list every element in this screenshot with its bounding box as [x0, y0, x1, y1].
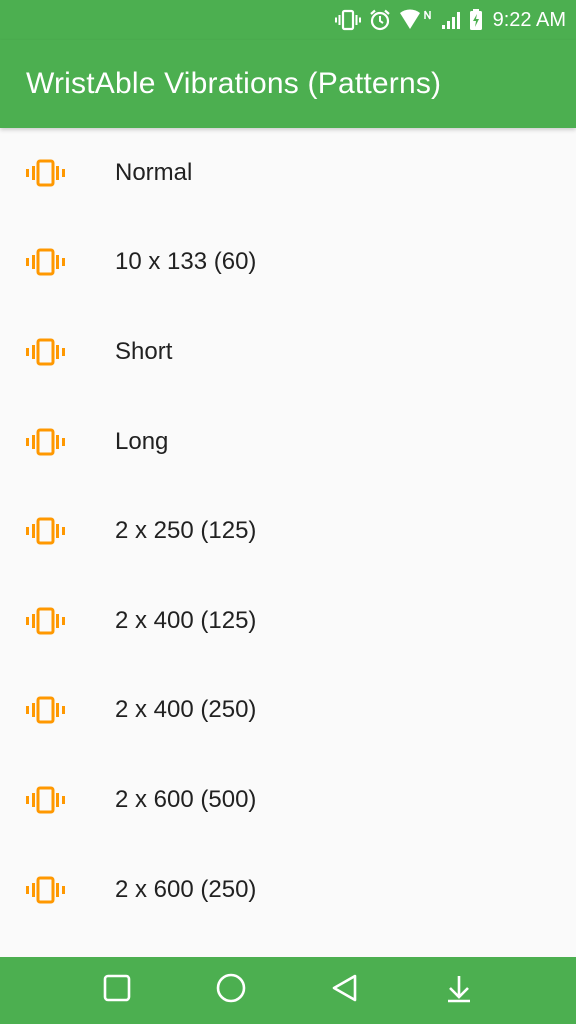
status-bar: 9:22 AM [0, 0, 576, 40]
vibrate-icon [25, 158, 67, 188]
list-item-pattern[interactable]: 2 x 400 (250) [0, 666, 576, 756]
vibrate-icon [25, 516, 67, 546]
back-icon [330, 973, 360, 1008]
list-item-label: 2 x 600 (500) [115, 785, 257, 813]
home-button[interactable] [207, 967, 255, 1015]
wifi-icon [399, 9, 433, 31]
list-item-label: 2 x 400 (125) [115, 606, 257, 634]
list-item-pattern[interactable]: 10 x 133 (60) [0, 218, 576, 308]
list-item-label: Long [115, 427, 169, 455]
home-icon [215, 972, 247, 1009]
alarm-icon [369, 9, 391, 31]
pattern-list[interactable]: Normal 10 x 133 (60) Short Long 2 x 250 … [0, 128, 576, 957]
recents-icon [102, 973, 132, 1008]
list-item-pattern[interactable]: 2 x 600 (250) [0, 845, 576, 935]
vibrate-icon [334, 9, 361, 31]
notifications-pull-icon [444, 973, 474, 1008]
navigation-bar [0, 957, 576, 1024]
list-item-pattern[interactable]: Normal [0, 128, 576, 218]
vibrate-icon [25, 875, 67, 905]
list-item-label: Short [115, 337, 173, 365]
vibrate-icon [25, 247, 67, 277]
vibrate-icon [25, 606, 67, 636]
battery-icon [469, 9, 483, 31]
recents-button[interactable] [93, 967, 141, 1015]
status-time: 9:22 AM [492, 8, 566, 31]
page-title: WristAble Vibrations (Patterns) [26, 67, 442, 100]
vibrate-icon [25, 427, 67, 457]
list-item-pattern[interactable]: 2 x 600 (500) [0, 755, 576, 845]
list-item-pattern[interactable]: Long [0, 397, 576, 487]
app-bar: WristAble Vibrations (Patterns) [0, 40, 576, 128]
list-item-pattern[interactable]: 2 x 400 (125) [0, 576, 576, 666]
list-item-pattern[interactable]: 2 x 250 (125) [0, 486, 576, 576]
list-item-label: 2 x 400 (250) [115, 696, 257, 724]
list-item-pattern[interactable]: Short [0, 307, 576, 397]
notifications-pull-button[interactable] [435, 967, 483, 1015]
list-item-label: 10 x 133 (60) [115, 248, 257, 276]
list-item-label: 2 x 250 (125) [115, 517, 257, 545]
back-button[interactable] [321, 967, 369, 1015]
list-item-label: Normal [115, 158, 193, 186]
list-item-label: 2 x 600 (250) [115, 875, 257, 903]
vibrate-icon [25, 785, 67, 815]
vibrate-icon [25, 337, 67, 367]
signal-icon [441, 10, 461, 30]
vibrate-icon [25, 695, 67, 725]
